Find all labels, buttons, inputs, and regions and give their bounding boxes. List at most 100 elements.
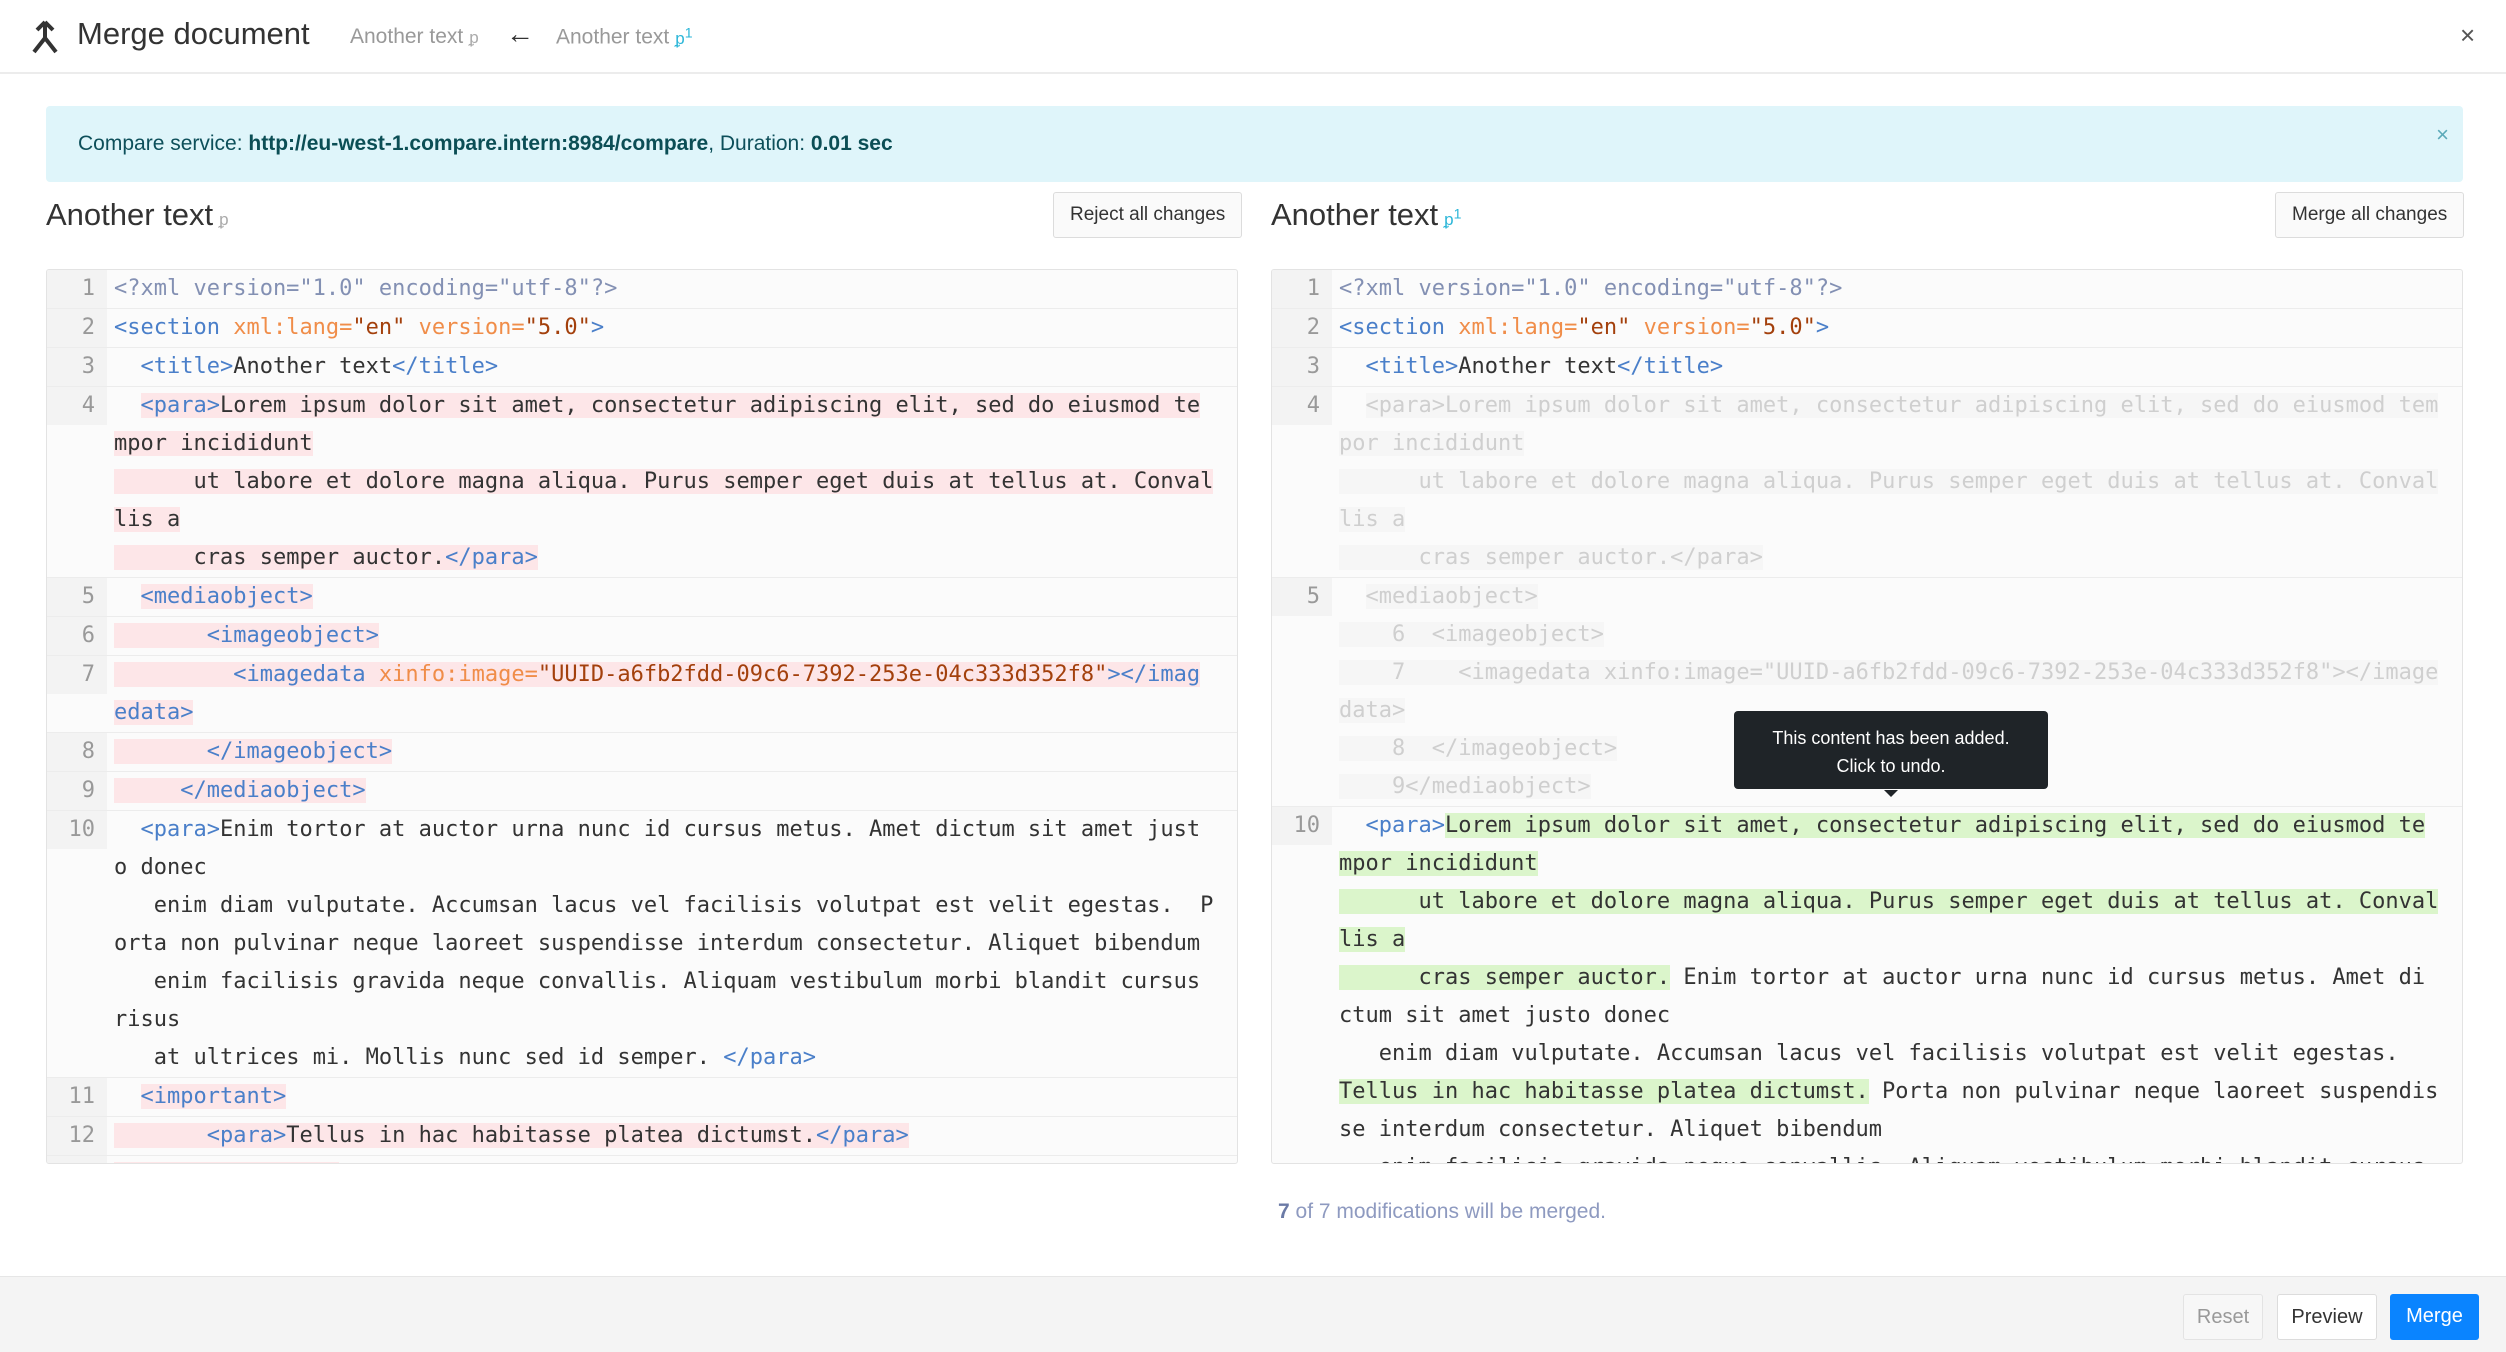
line-number: 3 (47, 348, 107, 386)
line-content: </imageobject> (114, 733, 1213, 771)
page-title: Merge document (77, 16, 310, 51)
line-gutter: 5 (1272, 578, 1332, 806)
code-token: Another text (1458, 354, 1618, 379)
deleted-content[interactable]: Lorem ipsum dolor sit amet, consectetur … (114, 393, 1214, 570)
code-line[interactable]: 7 <imagedata xinfo:image="UUID-a6fb2fdd-… (47, 656, 1237, 733)
deleted-content[interactable]: </para> (445, 545, 538, 570)
deleted-content[interactable] (114, 1162, 181, 1163)
line-content: <section xml:lang="en" version="5.0"> (1339, 309, 2438, 347)
code-line[interactable]: 1 <?xml version="1.0" encoding="utf-8"?> (1272, 270, 2462, 309)
code-line[interactable]: 5 <mediaobject> (47, 578, 1237, 617)
code-line[interactable]: 4 <para>Lorem ipsum dolor sit amet, cons… (47, 387, 1237, 578)
line-number: 9 (47, 772, 107, 810)
version-number: 1 (684, 25, 693, 41)
code-token: Enim tortor at auctor urna nunc id cursu… (114, 817, 1214, 1070)
line-number: 3 (1272, 348, 1332, 386)
arrow-left-icon: ← (506, 18, 534, 49)
code-line[interactable]: 4 <para>Lorem ipsum dolor sit amet, cons… (1272, 387, 2462, 578)
code-token: <para> (140, 817, 220, 842)
line-content: <title>Another text</title> (1339, 348, 2438, 386)
code-token: </title> (1617, 354, 1724, 379)
code-line[interactable]: 3 <title>Another text</title> (1272, 348, 2462, 387)
line-gutter: 13 (47, 1156, 107, 1163)
code-token: <para> (1365, 813, 1445, 838)
deleted-content[interactable]: <important> (140, 1084, 287, 1109)
version-number: 1 (1453, 206, 1462, 223)
line-number: 4 (47, 387, 107, 425)
merge-all-changes-button[interactable]: Merge all changes (2275, 192, 2465, 238)
line-number: 2 (47, 309, 107, 347)
line-gutter: 11 (47, 1078, 107, 1116)
source-document-link[interactable]: Another text ᵱ (350, 25, 479, 49)
deleted-content[interactable]: Tellus in hac habitasse platea dictumst. (286, 1123, 817, 1148)
code-token: </para> (723, 1045, 817, 1070)
deleted-content[interactable]: </imageobject> (206, 739, 393, 764)
line-content: <section xml:lang="en" version="5.0"> (114, 309, 1213, 347)
deleted-content[interactable] (114, 1123, 207, 1148)
code-line[interactable]: 1 <?xml version="1.0" encoding="utf-8"?> (47, 270, 1237, 309)
reject-all-changes-button[interactable]: Reject all changes (1053, 192, 1243, 238)
line-content: <para>Lorem ipsum dolor sit amet, consec… (1339, 807, 2439, 1163)
code-token: "en" (1577, 315, 1631, 340)
deleted-content[interactable]: </para> (816, 1123, 909, 1148)
code-line[interactable]: 10 <para>Lorem ipsum dolor sit amet, con… (1272, 807, 2462, 1163)
code-line[interactable]: 2 <section xml:lang="en" version="5.0"> (47, 309, 1237, 348)
close-button[interactable]: × (2460, 20, 2475, 51)
line-gutter: 3 (47, 348, 107, 386)
deleted-content[interactable]: </mediaobject> (180, 778, 366, 803)
deleted-content[interactable]: <imagedata (233, 662, 366, 687)
line-content: <para>Tellus in hac habitasse platea dic… (114, 1117, 1213, 1155)
line-gutter: 10 (1272, 807, 1332, 1163)
deleted-content[interactable]: </important> (180, 1162, 340, 1163)
line-content: </important> (114, 1156, 1213, 1163)
branch-icon: ᵱ1 (675, 25, 693, 48)
code-line[interactable]: 12 <para>Tellus in hac habitasse platea … (47, 1117, 1237, 1156)
deleted-content[interactable]: <imageobject> (206, 623, 379, 648)
deleted-content[interactable] (114, 739, 207, 764)
line-number: 4 (1272, 387, 1332, 425)
deleted-content[interactable]: xinfo:image= (365, 662, 538, 687)
deleted-content[interactable]: <para> (206, 1123, 287, 1148)
deleted-content[interactable] (114, 778, 181, 803)
line-gutter: 10 (47, 811, 107, 1077)
deleted-content[interactable]: "UUID-a6fb2fdd-09c6-7392-253e-04c333d352… (537, 662, 1108, 687)
code-line[interactable]: 11 <important> (47, 1078, 1237, 1117)
line-gutter: 4 (1272, 387, 1332, 577)
line-number: 1 (47, 270, 107, 308)
added-content[interactable]: Lorem ipsum dolor sit amet, consectetur … (1339, 813, 2439, 990)
line-gutter: 1 (47, 270, 107, 308)
code-token: version= (405, 315, 525, 340)
deleted-content[interactable]: <para> (140, 393, 220, 418)
code-token: <title> (140, 354, 234, 379)
merge-button[interactable]: Merge (2390, 1294, 2479, 1340)
alert-close-button[interactable]: × (2436, 122, 2449, 148)
code-line[interactable]: 2 <section xml:lang="en" version="5.0"> (1272, 309, 2462, 348)
code-token: xml:lang= (1444, 315, 1578, 340)
deleted-content[interactable] (114, 662, 234, 687)
reset-button[interactable]: Reset (2183, 1294, 2263, 1340)
added-content[interactable]: Tellus in hac habitasse platea dictumst. (1339, 1079, 1869, 1104)
line-number: 7 (47, 656, 107, 694)
code-line[interactable]: 6 <imageobject> (47, 617, 1237, 656)
code-line[interactable]: 13 </important> (47, 1156, 1237, 1163)
deleted-content[interactable]: <mediaobject> (140, 584, 313, 609)
line-number: 11 (47, 1078, 107, 1116)
code-line[interactable]: 10 <para>Enim tortor at auctor urna nunc… (47, 811, 1237, 1078)
code-token: > (590, 315, 605, 340)
left-code-editor[interactable]: 1 <?xml version="1.0" encoding="utf-8"?> 2… (46, 269, 1238, 1164)
code-line[interactable]: 3 <title>Another text</title> (47, 348, 1237, 387)
code-line[interactable]: 8 </imageobject> (47, 733, 1237, 772)
deleted-content[interactable] (114, 623, 207, 648)
line-content: <para>Enim tortor at auctor urna nunc id… (114, 811, 1213, 1077)
line-number: 6 (47, 617, 107, 655)
code-line[interactable]: 9 </mediaobject> (47, 772, 1237, 811)
line-gutter: 6 (47, 617, 107, 655)
preview-button[interactable]: Preview (2277, 1294, 2377, 1340)
merge-icon (32, 20, 58, 54)
target-document-link[interactable]: Another text ᵱ1 (556, 25, 693, 50)
line-gutter: 4 (47, 387, 107, 577)
code-token: "5.0" (1749, 315, 1816, 340)
